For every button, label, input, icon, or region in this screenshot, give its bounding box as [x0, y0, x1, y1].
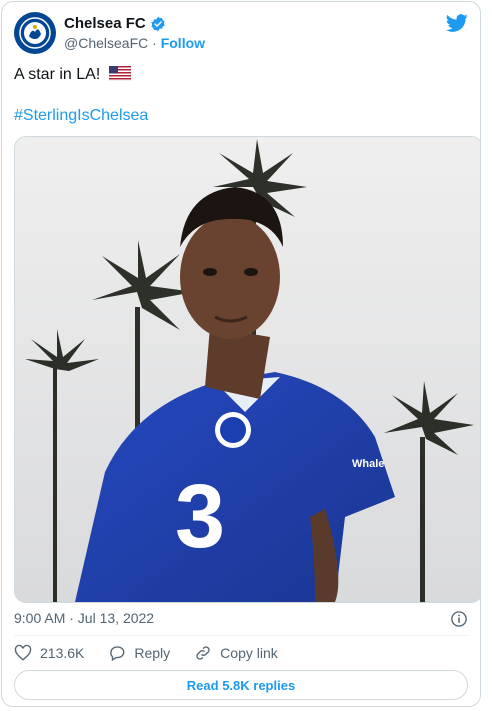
us-flag-icon: [108, 65, 131, 82]
copy-link-button[interactable]: Copy link: [194, 644, 278, 662]
display-name-text: Chelsea FC: [64, 15, 146, 32]
avatar[interactable]: [14, 12, 56, 54]
info-icon[interactable]: [450, 610, 468, 628]
tweet-photo[interactable]: 3 Whale: [14, 136, 480, 603]
hashtag-link[interactable]: #SterlingIsChelsea: [14, 107, 148, 125]
action-bar: 213.6K Reply Copy link: [14, 644, 278, 662]
tweet-card: Chelsea FC @ChelseaFC · Follow A star in…: [1, 1, 481, 707]
tweet-header: Chelsea FC @ChelseaFC · Follow: [14, 12, 468, 56]
handle-line: @ChelseaFC · Follow: [64, 35, 205, 51]
twitter-bird-icon[interactable]: [446, 12, 468, 34]
like-count: 213.6K: [40, 645, 85, 661]
link-icon: [196, 646, 210, 660]
tweet-text: A star in LA!: [14, 64, 131, 86]
copy-link-label: Copy link: [220, 645, 278, 661]
display-name[interactable]: Chelsea FC: [64, 15, 205, 32]
reply-label: Reply: [134, 645, 171, 661]
heart-icon: [14, 644, 32, 661]
tweet-text-content: A star in LA!: [14, 66, 101, 83]
timestamp[interactable]: 9:00 AM · Jul 13, 2022: [14, 610, 154, 626]
chelsea-crest-icon: [15, 13, 55, 53]
like-button[interactable]: 213.6K: [14, 644, 84, 662]
svg-text:3: 3: [175, 467, 225, 567]
divider: [14, 635, 468, 636]
reply-bubble-icon: [110, 646, 125, 661]
tweet-meta: 9:00 AM · Jul 13, 2022: [14, 610, 468, 632]
sleeve-sponsor-text: Whale: [352, 458, 384, 470]
player-photo: 3 Whale: [15, 137, 480, 602]
verified-badge-icon: [151, 16, 165, 31]
follow-button[interactable]: Follow: [161, 35, 205, 51]
reply-button[interactable]: Reply: [108, 644, 170, 662]
separator-dot: ·: [152, 35, 157, 51]
read-replies-button[interactable]: Read 5.8K replies: [14, 670, 468, 700]
handle[interactable]: @ChelseaFC: [64, 35, 148, 51]
author-names: Chelsea FC @ChelseaFC · Follow: [64, 15, 205, 51]
